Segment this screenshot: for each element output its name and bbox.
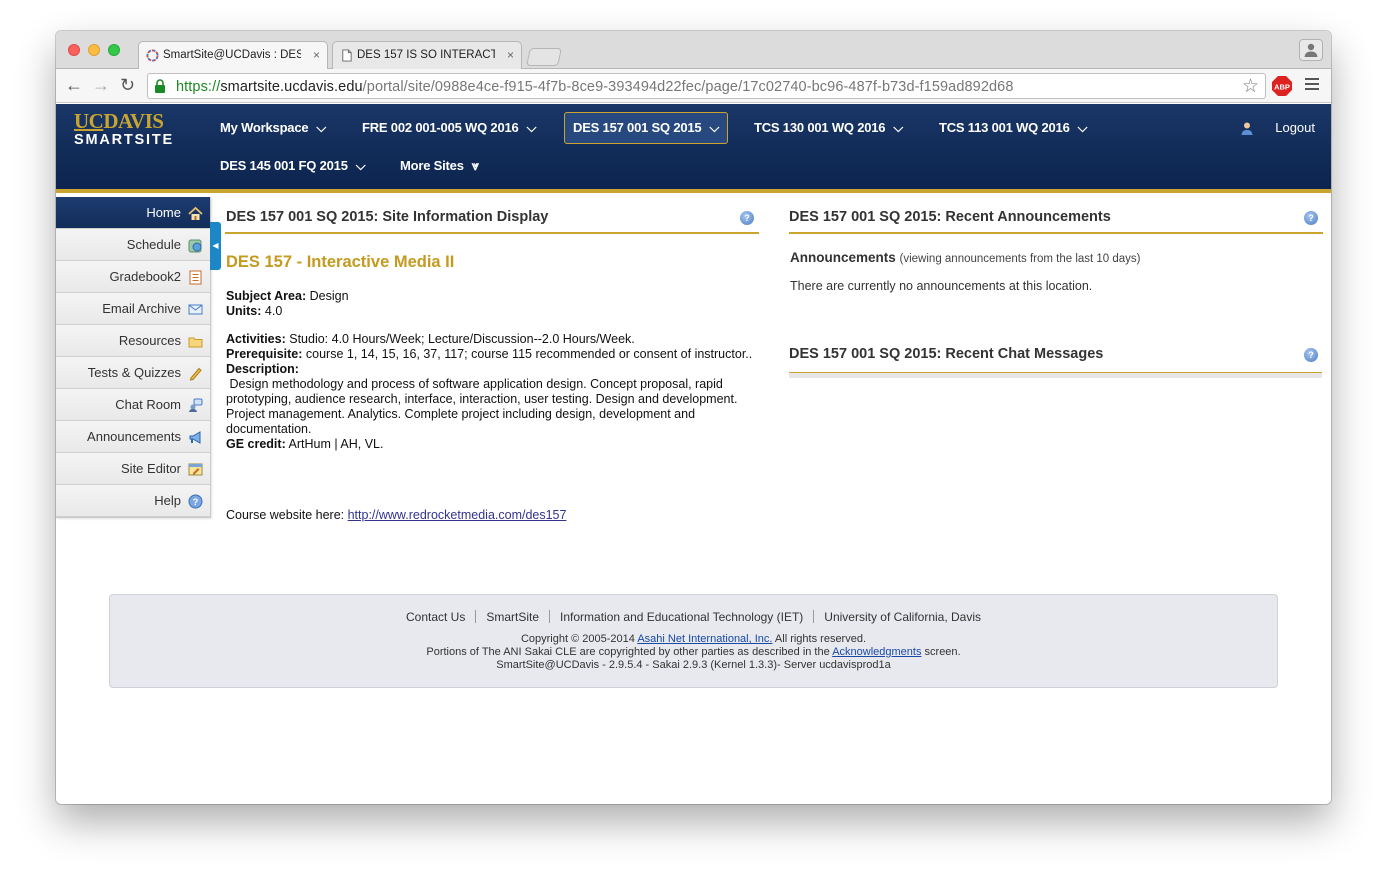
close-window-button[interactable] <box>68 44 80 56</box>
tool-item-home[interactable]: Home <box>56 197 210 229</box>
site-info-title: DES 157 001 SQ 2015: Site Information Di… <box>226 209 549 225</box>
site-nav-des157[interactable]: DES 157 001 SQ 2015 ⌵ <box>564 112 729 144</box>
site-nav-tcs113[interactable]: TCS 113 001 WQ 2016 ⌵ <box>939 120 1087 136</box>
browser-menu-icon[interactable] <box>1305 78 1319 93</box>
course-title: DES 157 - Interactive Media II <box>226 253 455 271</box>
footer-link-uc-davis[interactable]: University of California, Davis <box>814 610 991 624</box>
profile-button[interactable] <box>1299 39 1323 61</box>
chevron-down-icon: ⌵ <box>316 120 327 135</box>
url-text: https://smartsite.ucdavis.edu/portal/sit… <box>176 79 1014 95</box>
announcements-rule <box>789 232 1323 234</box>
subject-area: Subject Area: Design Units: 4.0 <box>226 289 349 318</box>
asahi-link[interactable]: Asahi Net International, Inc. <box>637 633 772 645</box>
browser-toolbar: ← → ↻ https://smartsite.ucdavis.edu/port… <box>56 69 1331 103</box>
reload-icon[interactable]: ↻ <box>120 75 135 95</box>
footer-link-iet[interactable]: Information and Educational Technology (… <box>550 610 813 624</box>
site-nav-fre002[interactable]: FRE 002 001-005 WQ 2016 ⌵ <box>362 120 536 136</box>
help-icon: ? <box>188 494 203 509</box>
site-nav-des145[interactable]: DES 145 001 FQ 2015 ⌵ <box>220 158 366 174</box>
site-nav-more-sites[interactable]: More Sites ⩔ <box>400 158 479 174</box>
svg-text:ABP: ABP <box>1274 83 1290 92</box>
tab-strip: SmartSite@UCDavis : DES × DES 157 IS SO … <box>56 31 1331 70</box>
tool-item-chat-room[interactable]: Chat Room <box>56 389 210 421</box>
pencil-icon <box>189 367 202 381</box>
envelope-icon <box>188 304 203 315</box>
lock-icon <box>155 79 165 93</box>
tab-close-icon[interactable]: × <box>507 42 514 69</box>
site-editor-icon <box>188 463 203 476</box>
acknowledgments-link[interactable]: Acknowledgments <box>832 646 921 658</box>
site-header: UCDAVIS SMARTSITE My Workspace ⌵ FRE 002 … <box>56 104 1331 193</box>
footer-links: Contact Us SmartSite Information and Educa… <box>110 610 1277 624</box>
chat-icon <box>189 398 203 412</box>
minimize-window-button[interactable] <box>88 44 100 56</box>
announcements-help-icon[interactable]: ? <box>1304 211 1318 225</box>
tool-item-announcements[interactable]: Announcements <box>56 421 210 453</box>
tool-menu: Home Schedule Gradebook2 Email Archive R… <box>56 197 211 518</box>
folder-icon <box>188 337 203 348</box>
collapse-toolmenu-button[interactable]: ◀ <box>210 222 221 270</box>
chevron-down-icon: ⌵ <box>709 120 720 135</box>
browser-tab-des157[interactable]: DES 157 IS SO INTERACTI × <box>332 41 522 69</box>
gradebook-icon <box>189 270 202 285</box>
tool-item-email-archive[interactable]: Email Archive <box>56 293 210 325</box>
person-icon <box>1304 43 1318 57</box>
smartsite-favicon-icon <box>146 49 159 62</box>
svg-text:?: ? <box>193 497 199 507</box>
user-icon <box>1241 122 1253 135</box>
chevron-down-icon: ⌵ <box>526 120 537 135</box>
site-info-rule <box>225 232 759 234</box>
site-nav-my-workspace[interactable]: My Workspace ⌵ <box>220 120 326 136</box>
ucdavis-logo[interactable]: UCDAVIS SMARTSITE <box>74 110 174 148</box>
course-website: Course website here: http://www.redrocke… <box>226 508 567 522</box>
tab-close-icon[interactable]: × <box>313 42 320 69</box>
tool-item-tests-quizzes[interactable]: Tests & Quizzes <box>56 357 210 389</box>
forward-arrow-icon[interactable]: → <box>92 75 110 95</box>
tool-item-gradebook2[interactable]: Gradebook2 <box>56 261 210 293</box>
footer-link-smartsite[interactable]: SmartSite <box>476 610 549 624</box>
new-tab-button[interactable] <box>526 48 562 66</box>
chevron-down-icon: ⌵ <box>355 158 366 173</box>
page-favicon-icon <box>342 49 352 62</box>
tool-item-site-editor[interactable]: Site Editor <box>56 453 210 485</box>
zoom-window-button[interactable] <box>108 44 120 56</box>
double-chevron-down-icon: ⩔ <box>471 158 479 173</box>
chat-help-icon[interactable]: ? <box>1304 348 1318 362</box>
footer: Contact Us SmartSite Information and Educa… <box>109 594 1278 688</box>
home-icon <box>188 206 203 220</box>
tool-item-schedule[interactable]: Schedule <box>56 229 210 261</box>
announcements-empty-text: There are currently no announcements at … <box>790 279 1093 293</box>
chevron-down-icon: ⌵ <box>1077 120 1088 135</box>
chat-title: DES 157 001 SQ 2015: Recent Chat Message… <box>789 346 1104 362</box>
course-details: Activities: Studio: 4.0 Hours/Week; Lect… <box>226 332 753 451</box>
megaphone-icon <box>189 431 201 444</box>
tab-title: DES 157 IS SO INTERACTI <box>357 49 495 61</box>
browser-window: SmartSite@UCDavis : DES × DES 157 IS SO … <box>56 31 1331 804</box>
tool-item-resources[interactable]: Resources <box>56 325 210 357</box>
logout-link[interactable]: Logout <box>1275 120 1315 135</box>
bookmark-star-icon[interactable]: ☆ <box>1242 75 1259 98</box>
site-nav-tcs130[interactable]: TCS 130 001 WQ 2016 ⌵ <box>754 120 903 136</box>
tab-title: SmartSite@UCDavis : DES <box>163 49 301 61</box>
footer-copyright: Copyright © 2005-2014 Asahi Net Internat… <box>426 633 961 671</box>
browser-tab-smartsite[interactable]: SmartSite@UCDavis : DES × <box>138 41 328 70</box>
course-website-link[interactable]: http://www.redrocketmedia.com/des157 <box>348 508 567 522</box>
tool-item-help[interactable]: Help ? <box>56 485 210 517</box>
address-bar[interactable]: https://smartsite.ucdavis.edu/portal/sit… <box>147 73 1266 99</box>
adblock-icon[interactable]: ABP <box>1272 76 1292 96</box>
site-info-help-icon[interactable]: ? <box>740 211 754 225</box>
chat-messages-area <box>789 372 1322 378</box>
announcements-title: DES 157 001 SQ 2015: Recent Announcement… <box>789 209 1111 225</box>
calendar-icon <box>188 239 202 253</box>
back-arrow-icon[interactable]: ← <box>65 75 83 95</box>
announcements-heading: Announcements (viewing announcements fro… <box>790 250 1141 265</box>
chevron-down-icon: ⌵ <box>893 120 903 135</box>
footer-link-contact[interactable]: Contact Us <box>396 610 475 624</box>
